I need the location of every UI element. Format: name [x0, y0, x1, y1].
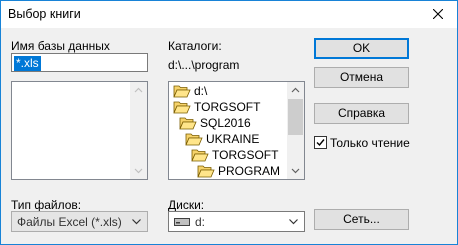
help-button[interactable]: Справка	[314, 103, 409, 124]
dialog-title: Выбор книги	[8, 7, 81, 21]
open-folder-icon	[173, 85, 191, 98]
chevron-down-icon	[289, 219, 298, 225]
drives-label: Диски:	[168, 198, 205, 212]
open-folder-icon	[197, 165, 215, 178]
filename-value: *.xls	[14, 56, 41, 71]
title-bar: Выбор книги	[1, 1, 457, 29]
filename-input[interactable]: *.xls	[11, 53, 148, 72]
cancel-button[interactable]: Отмена	[314, 67, 409, 88]
drives-select[interactable]: d:	[168, 211, 305, 232]
dirs-label: Каталоги:	[168, 39, 222, 53]
close-icon	[433, 9, 443, 19]
chevron-down-icon	[132, 219, 141, 225]
scroll-down-icon[interactable]	[130, 162, 147, 179]
checkmark-icon	[316, 139, 325, 147]
open-folder-icon	[173, 101, 191, 114]
directory-list-scrollbar[interactable]	[287, 82, 304, 179]
drive-icon	[174, 218, 190, 226]
drives-value: d:	[195, 215, 206, 229]
scroll-thumb[interactable]	[288, 99, 303, 135]
close-button[interactable]	[419, 1, 457, 28]
open-folder-icon	[179, 117, 197, 130]
network-button[interactable]: Сеть...	[314, 209, 409, 230]
scroll-down-icon[interactable]	[287, 162, 304, 179]
filename-label: Имя базы данных	[11, 39, 110, 53]
file-list[interactable]	[11, 81, 148, 180]
filetype-value: Файлы Excel (*.xls)	[17, 215, 122, 229]
scroll-up-icon[interactable]	[287, 82, 304, 99]
file-list-scrollbar[interactable]	[130, 82, 147, 179]
current-path: d:\...\program	[168, 58, 240, 72]
open-workbook-dialog: Выбор книги Имя базы данных *.xls Тип фа…	[0, 0, 458, 245]
readonly-label: Только чтение	[330, 136, 410, 150]
directory-list[interactable]: d:\ TORGSOFT SQL2016 UKRAINE TORGSOFT PR…	[168, 81, 305, 180]
readonly-checkbox[interactable]	[314, 136, 327, 149]
ok-button[interactable]: OK	[314, 38, 409, 59]
filetype-select[interactable]: Файлы Excel (*.xls)	[11, 211, 148, 232]
scroll-up-icon[interactable]	[130, 82, 147, 99]
open-folder-icon	[185, 133, 203, 146]
open-folder-icon	[191, 149, 209, 162]
filetype-label: Тип файлов:	[11, 198, 82, 212]
